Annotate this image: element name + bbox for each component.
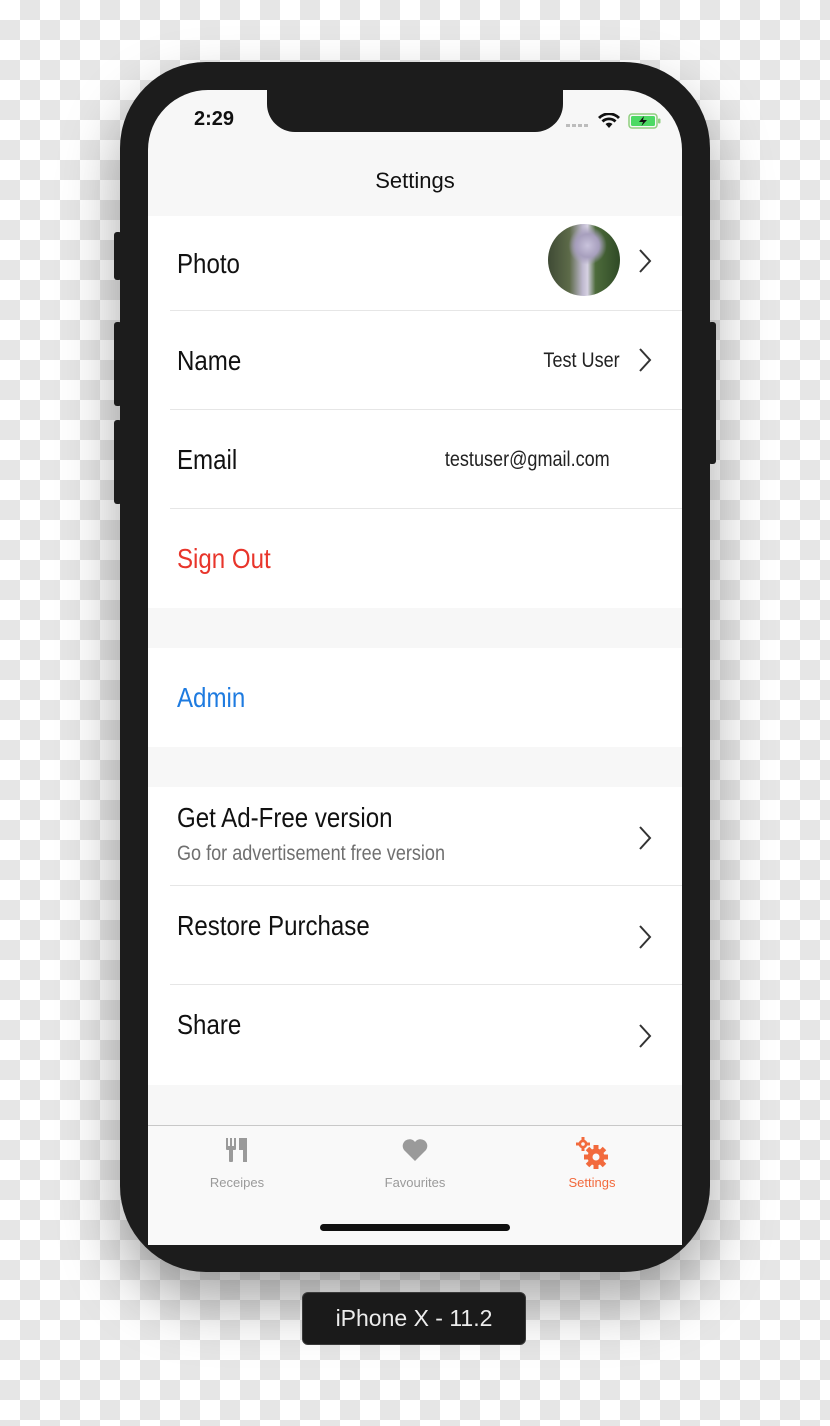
sign-out-button[interactable]: Sign Out bbox=[148, 509, 682, 608]
tab-label: Receipes bbox=[209, 1175, 265, 1190]
email-value: testuser@gmail.com bbox=[445, 447, 610, 471]
wifi-icon bbox=[598, 112, 620, 134]
chevron-right-icon bbox=[639, 826, 652, 850]
status-icons bbox=[566, 112, 662, 135]
device-label: iPhone X - 11.2 bbox=[302, 1292, 526, 1345]
power-button bbox=[708, 322, 716, 464]
row-label: Photo bbox=[177, 247, 240, 279]
row-label: Name bbox=[177, 344, 242, 376]
battery-charging-icon bbox=[628, 112, 662, 135]
tab-label: Settings bbox=[568, 1175, 616, 1190]
settings-row-name[interactable]: Name Test User bbox=[148, 311, 682, 410]
row-subtitle: Go for advertisement free version bbox=[177, 841, 446, 865]
admin-button[interactable]: Admin bbox=[148, 648, 682, 747]
heart-icon bbox=[402, 1139, 428, 1161]
tab-label: Favourites bbox=[384, 1175, 446, 1190]
admin-label: Admin bbox=[177, 681, 246, 713]
mute-switch bbox=[114, 232, 122, 280]
gears-icon bbox=[576, 1137, 608, 1169]
fork-knife-icon bbox=[226, 1138, 247, 1162]
volume-up-button bbox=[114, 322, 122, 406]
name-value: Test User bbox=[543, 348, 620, 372]
profile-photo-avatar[interactable] bbox=[548, 224, 620, 296]
settings-row-restore-purchase[interactable]: Restore Purchase bbox=[148, 886, 682, 985]
status-time: 2:29 bbox=[194, 108, 235, 130]
page-title: Settings bbox=[375, 168, 455, 193]
chevron-right-icon bbox=[639, 249, 652, 273]
row-label: Email bbox=[177, 443, 238, 475]
settings-row-email[interactable]: Email testuser@gmail.com bbox=[148, 410, 682, 509]
tab-favourites[interactable]: Favourites bbox=[355, 1136, 475, 1190]
row-label: Restore Purchase bbox=[177, 910, 370, 941]
settings-row-ad-free[interactable]: Get Ad-Free version Go for advertisement… bbox=[148, 787, 682, 886]
row-label: Share bbox=[177, 1009, 242, 1040]
row-label: Get Ad-Free version bbox=[177, 801, 393, 833]
notch bbox=[267, 86, 563, 132]
settings-row-share[interactable]: Share bbox=[148, 985, 682, 1085]
tab-receipes[interactable]: Receipes bbox=[177, 1136, 297, 1190]
chevron-right-icon bbox=[639, 348, 652, 372]
signal-dots-icon bbox=[566, 115, 590, 133]
sign-out-label: Sign Out bbox=[177, 542, 271, 574]
chevron-right-icon bbox=[639, 925, 652, 949]
tab-settings[interactable]: Settings bbox=[532, 1136, 652, 1190]
chevron-right-icon bbox=[639, 1024, 652, 1048]
volume-down-button bbox=[114, 420, 122, 504]
home-indicator[interactable] bbox=[320, 1224, 510, 1231]
